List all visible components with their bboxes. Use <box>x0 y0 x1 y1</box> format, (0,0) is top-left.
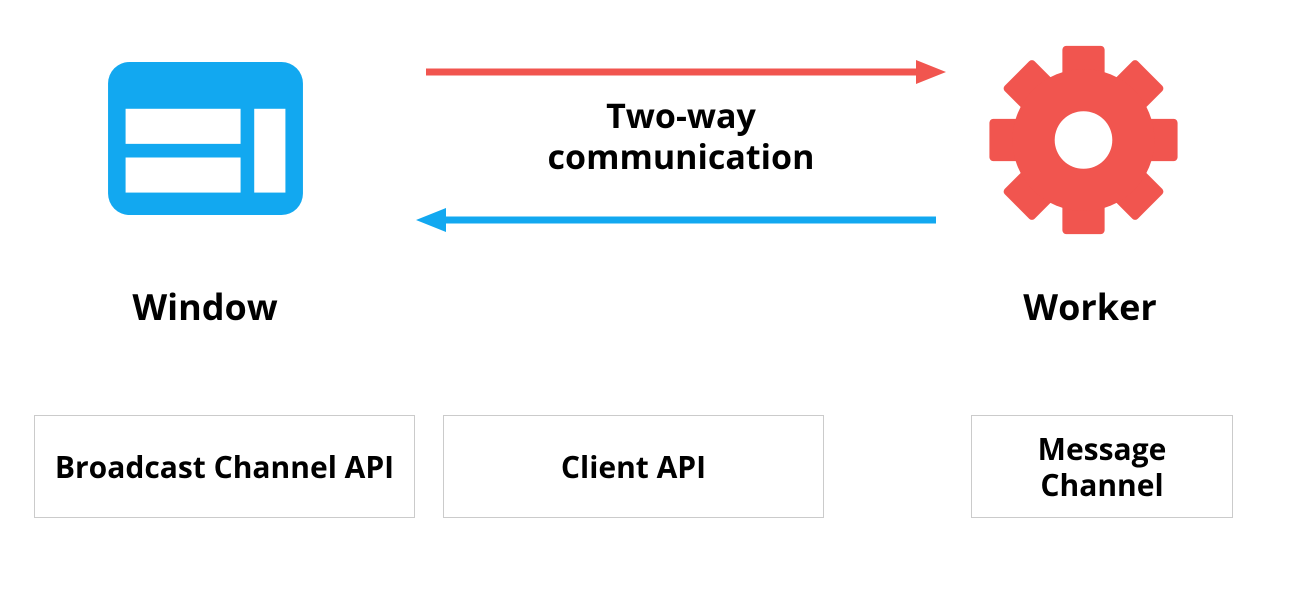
api-box-message-channel: Message Channel <box>971 415 1233 518</box>
communication-label-line2: communication <box>548 133 815 179</box>
gear-icon <box>987 44 1180 236</box>
api-box-label: Broadcast Channel API <box>55 449 394 485</box>
api-box-client-api: Client API <box>443 415 824 518</box>
diagram-stage: Two-way communication Window Worker Broa… <box>0 0 1304 594</box>
window-icon <box>108 62 303 215</box>
api-box-broadcast-channel: Broadcast Channel API <box>34 415 415 518</box>
window-label: Window <box>60 282 350 331</box>
api-box-label: Client API <box>561 449 706 485</box>
api-box-label: Message Channel <box>982 431 1222 503</box>
communication-label-line1: Two-way <box>606 92 756 138</box>
worker-label: Worker <box>975 282 1205 331</box>
communication-label: Two-way communication <box>416 95 946 177</box>
